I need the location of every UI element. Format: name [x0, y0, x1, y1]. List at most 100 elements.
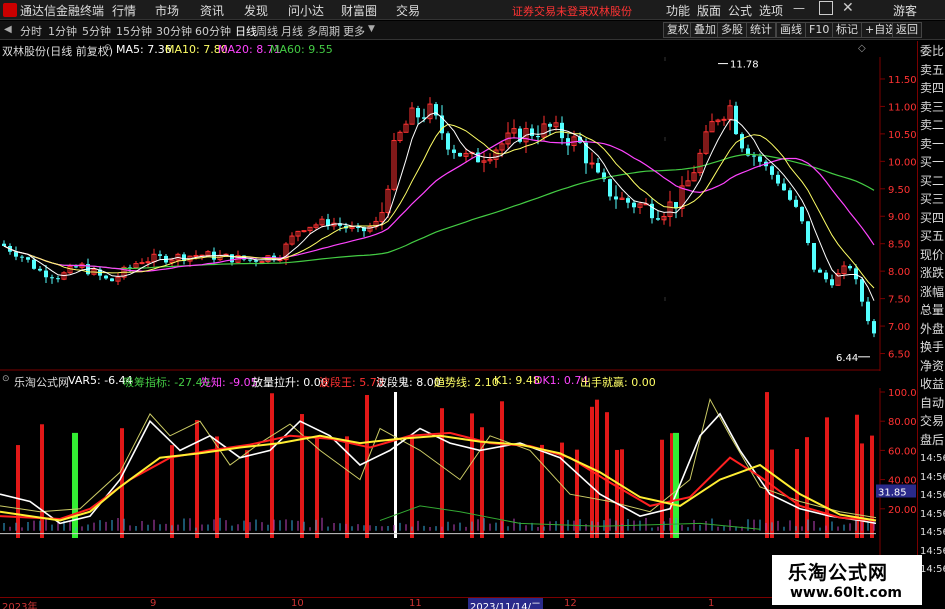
ma20-line [3, 137, 875, 272]
menu-banmian[interactable]: 版面 [697, 2, 721, 19]
menu-bar: 通达信金融终端 行情 市场 资讯 发现 问小达 财富圈 交易 证券交易未登录 双… [0, 0, 945, 20]
side-panel-label: 14:56 [920, 490, 945, 501]
menu-xuanxiang[interactable]: 选项 [759, 2, 783, 19]
red-signal-bar [300, 414, 304, 538]
btn-fuquan[interactable]: 复权 [663, 22, 693, 38]
menu-jiaoyi[interactable]: 交易 [396, 2, 420, 19]
side-panel-label: 涨跌 [920, 266, 945, 280]
date-axis: 2023年 9 10 11 2023/11/14/二 12 1 [0, 597, 880, 609]
white-osc-line [0, 412, 877, 525]
period-daily[interactable]: 日线 [235, 23, 257, 39]
close-icon[interactable]: ✕ [842, 0, 854, 16]
candle-body [74, 266, 78, 268]
watermark-url: www.60lt.com [790, 585, 903, 601]
price-axis-label: 11.50 [888, 75, 917, 86]
side-panel-label: 自动 [920, 395, 945, 410]
price-axis-label: 7.00 [888, 322, 910, 333]
x-label: 11 [409, 598, 422, 609]
red-signal-bar [270, 393, 274, 538]
btn-f10[interactable]: F10 [805, 22, 834, 38]
minimize-icon[interactable]: — [793, 1, 807, 15]
menu-gongneng[interactable]: 功能 [666, 2, 690, 19]
btn-biaoji[interactable]: 标记 [832, 22, 862, 38]
side-panel-label: 买一 [920, 155, 945, 169]
x-label: 1 [708, 598, 715, 609]
candle-body [740, 134, 744, 149]
red-signal-bar [825, 417, 829, 538]
side-panel-label: 委比 [920, 44, 945, 58]
candle-body [2, 243, 6, 246]
candle-body [548, 123, 552, 127]
yellow-osc-line [0, 434, 877, 522]
indicator-settings-icon[interactable]: ⊙ [2, 374, 10, 384]
side-panel-label: 现价 [920, 247, 945, 262]
side-panel-label: 卖一 [920, 136, 945, 151]
period-30min[interactable]: 30分钟 [156, 23, 192, 39]
price-chart-header: 双林股份(日线 前复权) ⊙ MA5: 7.36 MA10: 7.80 MA20… [0, 41, 880, 58]
toggle-left-icon[interactable]: ◀ [4, 24, 12, 35]
app-title: 通达信金融终端 [20, 4, 105, 18]
red-signal-bar [595, 399, 599, 538]
guest-label[interactable]: 游客 [893, 2, 917, 19]
btn-back[interactable]: 返回 [892, 22, 922, 38]
period-monthly[interactable]: 月线 [281, 23, 303, 39]
candle-body [770, 166, 774, 175]
period-weekly[interactable]: 周线 [256, 23, 278, 39]
period-60min[interactable]: 60分钟 [195, 23, 231, 39]
candle-body [32, 259, 36, 269]
period-fenshi[interactable]: 分时 [20, 23, 42, 39]
candle-body [866, 301, 870, 322]
side-panel-label: 14:56 [920, 564, 945, 575]
period-15min[interactable]: 15分钟 [116, 23, 152, 39]
menu-hangqing[interactable]: 行情 [112, 2, 136, 19]
period-more[interactable]: 更多 [343, 23, 365, 39]
menu-faxian[interactable]: 发现 [244, 2, 268, 19]
candle-body [536, 135, 540, 138]
btn-huaxian[interactable]: 画线 [776, 22, 806, 38]
side-panel-label: 14:56 [920, 545, 945, 557]
red-osc-line [0, 431, 877, 522]
x-label: 10 [291, 598, 304, 609]
low-marker-label: 6.44 [836, 353, 858, 364]
candle-body [14, 251, 18, 257]
red-signal-bar [40, 424, 44, 538]
candle-body [104, 275, 108, 279]
candle-body [50, 277, 54, 279]
candle-body [158, 254, 162, 256]
btn-tongji[interactable]: 统计 [746, 22, 776, 38]
price-axis-label: 9.50 [888, 185, 910, 196]
side-panel-label: 卖三 [920, 99, 945, 114]
candle-body [860, 279, 864, 302]
white-signal-bar [394, 392, 397, 538]
ind-axis-label: 20.00 [888, 505, 917, 516]
price-axis-label: 6.50 [888, 350, 910, 361]
trade-login-warning[interactable]: 证券交易未登录 [512, 3, 589, 19]
diamond-icon[interactable]: ◇ [858, 43, 866, 54]
menu-zixun[interactable]: 资讯 [200, 2, 224, 19]
candle-body [608, 179, 612, 197]
side-panel-label: 净资 [920, 358, 945, 373]
red-signal-bar [470, 413, 474, 538]
candle-body [656, 218, 660, 220]
settings-circle-icon[interactable]: ⊙ [104, 43, 112, 53]
side-panel-label: 14:56 [920, 471, 945, 483]
menu-wenxiaoda[interactable]: 问小达 [288, 2, 324, 19]
menu-shichang[interactable]: 市场 [155, 2, 179, 19]
period-multi[interactable]: 多周期 [307, 23, 340, 39]
current-stock-name: 双林股份 [588, 5, 632, 18]
ind-axis-label: 100.0 [888, 388, 917, 399]
red-signal-bar [480, 427, 484, 538]
watermark-site: 乐淘公式网 [788, 562, 889, 584]
btn-diejia[interactable]: 叠加 [690, 22, 720, 38]
candle-body [110, 278, 114, 282]
chevron-down-icon[interactable]: ▼ [368, 24, 375, 34]
menu-caifuquan[interactable]: 财富圈 [341, 2, 377, 19]
indicator-header: ⊙ 乐淘公式网 VAR5: -6.44 吸筹指标: -27.40 先知: -9.… [0, 372, 880, 389]
period-1min[interactable]: 1分钟 [48, 23, 77, 39]
period-5min[interactable]: 5分钟 [82, 23, 111, 39]
side-panel-label: 换手 [920, 340, 945, 354]
candle-body [301, 230, 307, 233]
restore-icon[interactable] [819, 1, 833, 15]
btn-duogu[interactable]: 多股 [717, 22, 747, 38]
menu-gongshi[interactable]: 公式 [728, 2, 752, 19]
